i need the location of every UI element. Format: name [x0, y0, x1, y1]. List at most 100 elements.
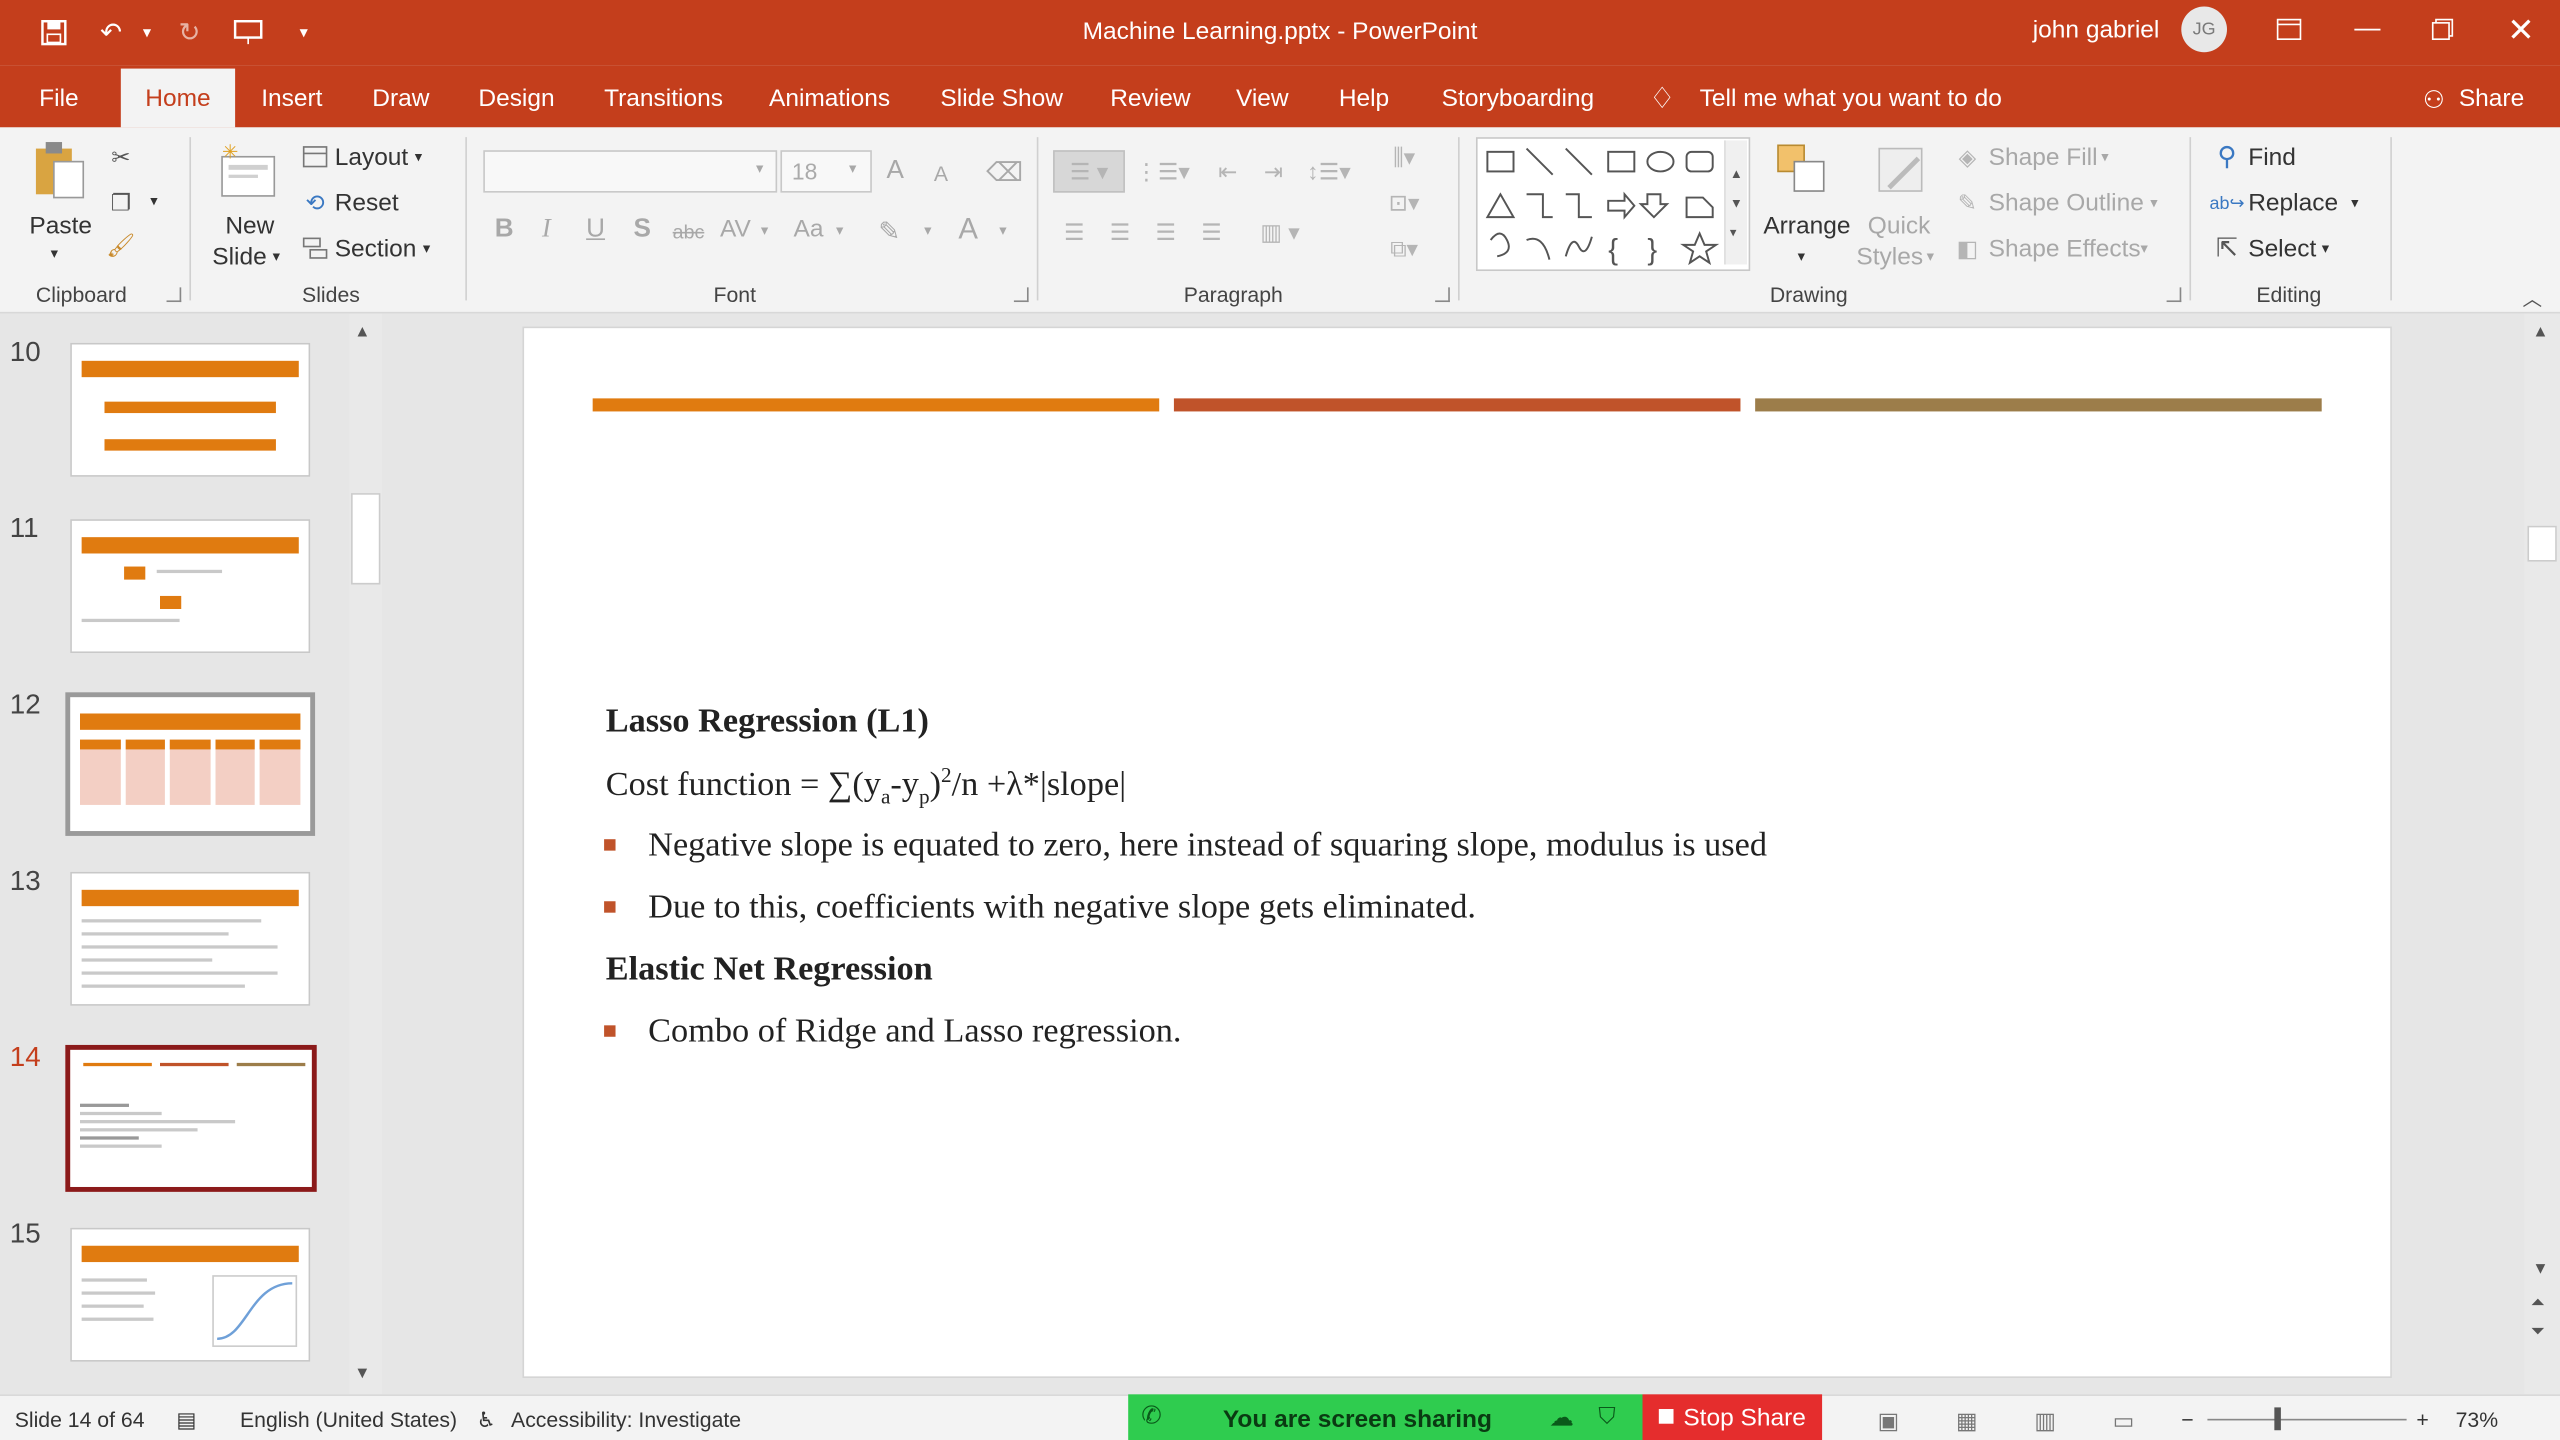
select-icon[interactable]: ⇱ — [2211, 232, 2244, 265]
clear-formatting-icon[interactable]: ⌫ — [986, 157, 1023, 190]
shapes-gallery[interactable]: {} — [1475, 137, 1751, 272]
font-color-button[interactable]: A — [958, 212, 978, 246]
smartart-icon[interactable]: ⧉▾ — [1371, 229, 1436, 268]
slide-canvas[interactable]: Lasso Regression (L1) Cost function = ∑(… — [522, 326, 2392, 1378]
scroll-down-icon[interactable]: ▼ — [354, 1365, 370, 1383]
bullet-text[interactable]: Negative slope is equated to zero, here … — [648, 825, 1767, 866]
slide-thumbnail-13[interactable] — [70, 871, 311, 1006]
ribbon-display-options-icon[interactable] — [2266, 10, 2312, 49]
shape-fill-button[interactable]: Shape Fill — [1989, 144, 2098, 172]
slide-thumbnail-11[interactable] — [70, 519, 311, 654]
scroll-thumb[interactable] — [351, 493, 381, 585]
collapse-ribbon-icon[interactable]: ︿ — [2516, 284, 2549, 310]
font-size-dropdown-icon[interactable]: ▾ — [849, 160, 856, 178]
section-icon[interactable] — [300, 235, 329, 261]
case-dropdown-icon[interactable]: ▾ — [836, 222, 843, 240]
character-spacing-button[interactable]: AV — [720, 216, 751, 244]
share-icon[interactable]: ⚇ — [2423, 85, 2445, 115]
arrange-icon[interactable] — [1773, 140, 1832, 199]
restore-icon[interactable] — [2420, 10, 2466, 49]
slide-thumbnail-14[interactable] — [65, 1044, 317, 1192]
quick-styles-label[interactable]: Quick — [1868, 212, 1931, 240]
arrange-dropdown-icon[interactable]: ▾ — [1798, 248, 1805, 266]
strikethrough-button[interactable]: abc — [673, 220, 705, 243]
paragraph-launcher-icon[interactable] — [1435, 287, 1450, 303]
shape-outline-dropdown-icon[interactable]: ▾ — [2150, 194, 2157, 212]
new-slide-dropdown-icon[interactable]: ▾ — [273, 248, 280, 266]
shape-fill-dropdown-icon[interactable]: ▾ — [2101, 149, 2108, 167]
elastic-net-heading[interactable]: Elastic Net Regression — [606, 949, 933, 990]
slideshow-view-icon[interactable]: ▭ — [2113, 1407, 2135, 1435]
layout-button[interactable]: Layout — [335, 144, 409, 172]
increase-indent-icon[interactable]: ⇥ — [1254, 150, 1293, 192]
numbering-button[interactable]: ⋮☰▾ — [1133, 150, 1192, 192]
shape-effects-button[interactable]: Shape Effects — [1989, 235, 2141, 263]
font-launcher-icon[interactable] — [1013, 287, 1029, 303]
shape-outline-icon[interactable]: ✎ — [1953, 188, 1982, 217]
scroll-thumb[interactable] — [2527, 525, 2557, 562]
tab-storyboarding[interactable]: Storyboarding — [1442, 85, 1595, 113]
accessibility-icon[interactable]: ♿ — [477, 1407, 496, 1433]
columns-icon[interactable]: ▥ ▾ — [1251, 216, 1310, 249]
bullets-button[interactable]: ☰ ▾ — [1053, 150, 1125, 193]
align-left-icon[interactable]: ☰ — [1058, 216, 1091, 249]
bullet-text[interactable]: Due to this, coefficients with negative … — [648, 887, 1476, 928]
paste-dropdown-icon[interactable]: ▾ — [51, 245, 58, 263]
tab-draw[interactable]: Draw — [372, 85, 429, 113]
drawing-launcher-icon[interactable] — [2166, 287, 2182, 303]
language-status[interactable]: English (United States) — [240, 1407, 457, 1431]
bullet-text[interactable]: Combo of Ridge and Lasso regression. — [648, 1011, 1181, 1052]
accessibility-status[interactable]: Accessibility: Investigate — [511, 1407, 741, 1431]
lasso-heading[interactable]: Lasso Regression (L1) — [606, 700, 929, 741]
font-color-dropdown-icon[interactable]: ▾ — [999, 222, 1006, 240]
zoom-slider[interactable] — [2207, 1418, 2407, 1421]
tab-help[interactable]: Help — [1339, 85, 1389, 113]
quick-styles-dropdown-icon[interactable]: ▾ — [1927, 248, 1934, 266]
font-size-combo[interactable]: 18 — [780, 150, 872, 193]
previous-slide-icon[interactable]: ⏶ — [2531, 1293, 2545, 1314]
shape-outline-button[interactable]: Shape Outline — [1989, 189, 2144, 217]
align-text-icon[interactable]: ⊡▾ — [1371, 183, 1436, 222]
new-slide-label[interactable]: New — [225, 212, 274, 240]
zoom-in-icon[interactable]: + — [2416, 1407, 2428, 1431]
slide-sorter-icon[interactable]: ▦ — [1956, 1407, 1978, 1435]
italic-button[interactable]: I — [542, 216, 551, 245]
grow-font-icon[interactable]: A — [887, 157, 904, 186]
paste-icon[interactable] — [29, 137, 88, 202]
find-icon[interactable]: ⚲ — [2211, 140, 2244, 173]
zoom-slider-thumb[interactable] — [2274, 1407, 2281, 1431]
layout-icon[interactable] — [300, 144, 329, 170]
tab-view[interactable]: View — [1236, 85, 1289, 113]
tab-slide-show[interactable]: Slide Show — [940, 85, 1063, 113]
slide-thumbnail-10[interactable] — [70, 342, 311, 477]
format-painter-icon[interactable]: 🖌 — [104, 229, 137, 262]
quick-styles-icon[interactable] — [1871, 140, 1930, 199]
spacing-dropdown-icon[interactable]: ▾ — [761, 222, 768, 240]
section-dropdown-icon[interactable]: ▾ — [423, 240, 430, 258]
cut-icon[interactable]: ✂ — [104, 140, 137, 173]
slide-thumbnail-15[interactable] — [70, 1227, 311, 1362]
tab-review[interactable]: Review — [1110, 85, 1190, 113]
lightbulb-icon[interactable]: ♢ — [1649, 82, 1675, 116]
copy-icon[interactable]: ❐ — [104, 186, 137, 219]
arrange-label[interactable]: Arrange — [1763, 212, 1850, 240]
slide-counter[interactable]: Slide 14 of 64 — [15, 1407, 145, 1431]
text-direction-icon[interactable]: ⫼▾ — [1371, 137, 1436, 176]
align-right-icon[interactable]: ☰ — [1149, 216, 1182, 249]
highlight-icon[interactable]: ✎ — [878, 216, 900, 249]
section-button[interactable]: Section — [335, 235, 417, 263]
clipboard-launcher-icon[interactable] — [166, 287, 182, 303]
paste-label[interactable]: Paste — [29, 212, 92, 240]
font-name-combo[interactable] — [483, 150, 778, 193]
tab-animations[interactable]: Animations — [769, 85, 890, 113]
scroll-up-icon[interactable]: ▲ — [354, 323, 370, 341]
reading-view-icon[interactable]: ▥ — [2034, 1407, 2056, 1435]
share-button[interactable]: Share — [2459, 85, 2524, 113]
slide-vertical-scrollbar[interactable]: ▲ ▼ ⏶ ⏷ — [2524, 313, 2560, 1395]
shape-effects-dropdown-icon[interactable]: ▾ — [2140, 240, 2147, 258]
font-name-dropdown-icon[interactable]: ▾ — [756, 160, 763, 178]
line-spacing-icon[interactable]: ↕☰▾ — [1300, 150, 1359, 192]
avatar[interactable]: JG — [2181, 6, 2228, 53]
bold-button[interactable]: B — [495, 216, 514, 245]
slide-thumbnail-12[interactable] — [65, 692, 316, 836]
